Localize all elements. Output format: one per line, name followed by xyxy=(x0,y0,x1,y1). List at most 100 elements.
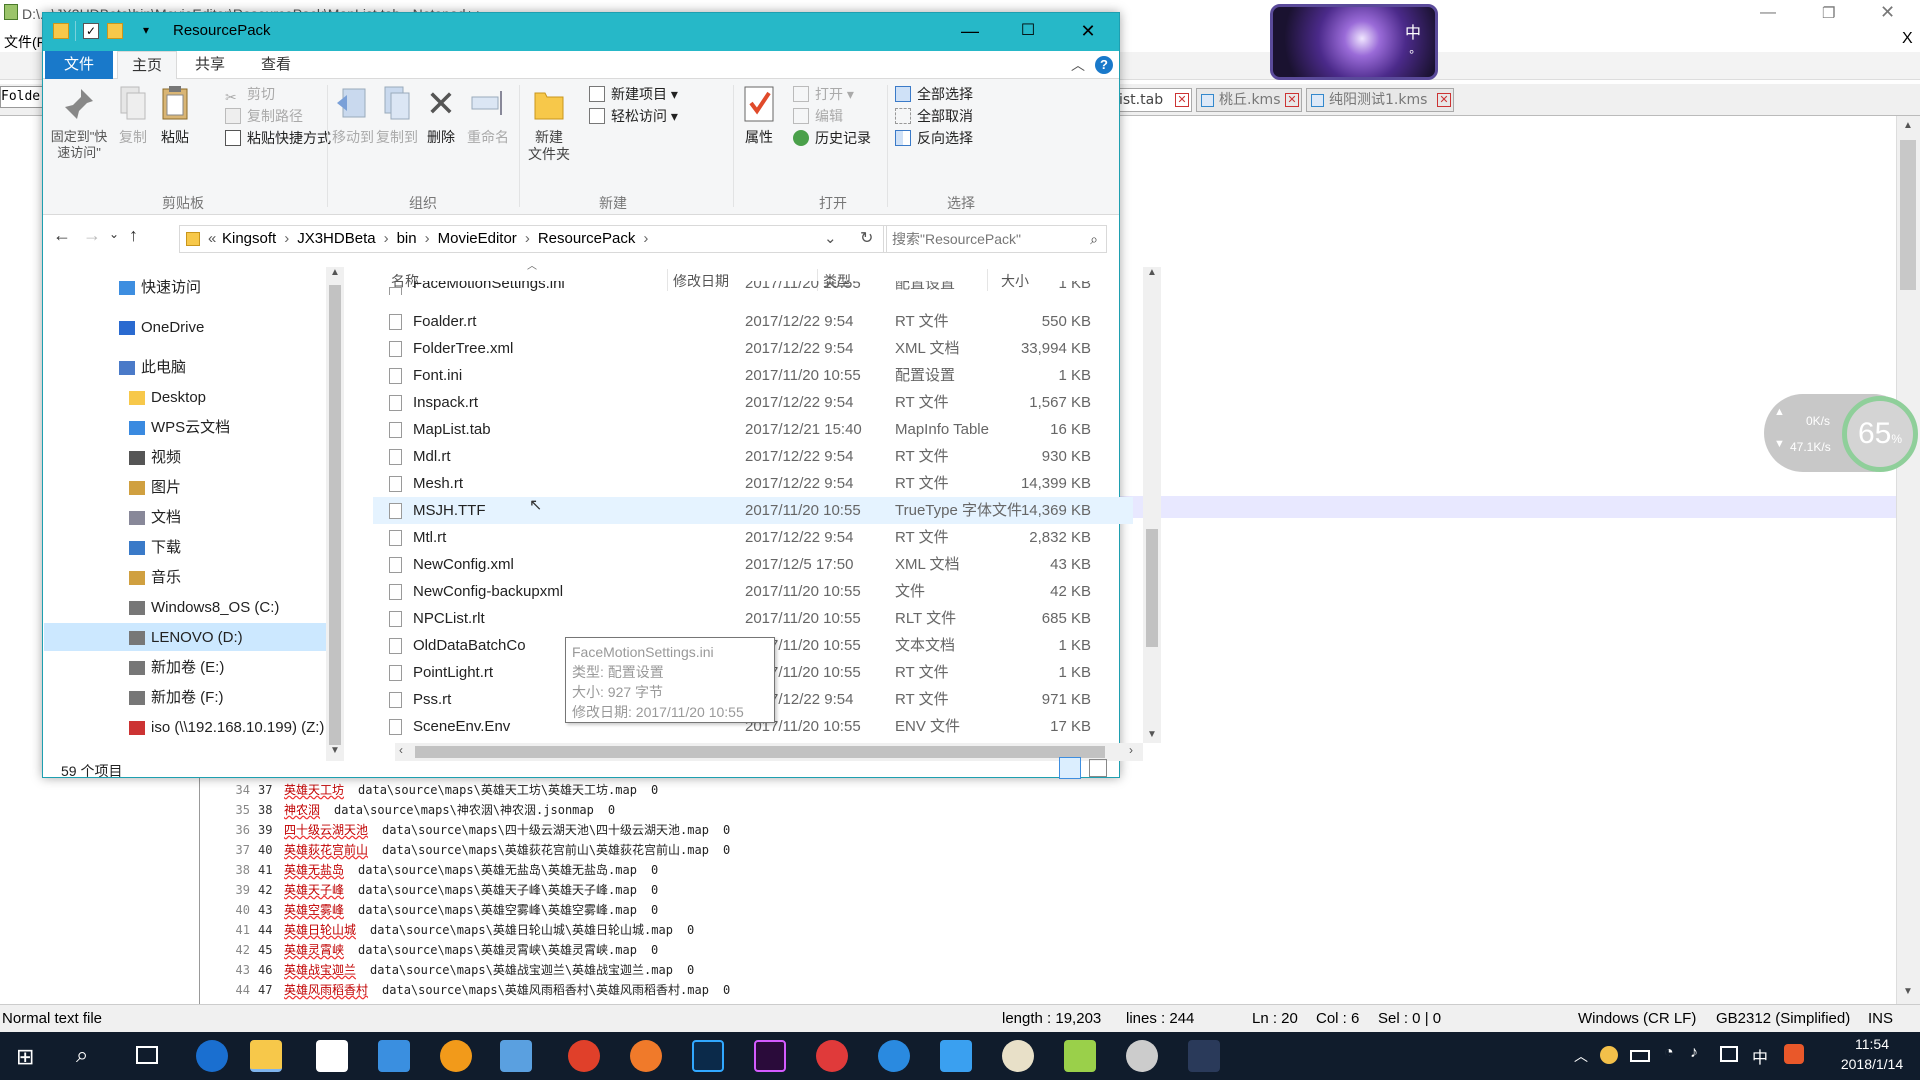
tab-share[interactable]: 共享 xyxy=(181,51,239,79)
select-none-button[interactable]: 全部取消 xyxy=(895,105,973,127)
nav-item[interactable]: 快速访问 xyxy=(119,275,201,301)
notepad-tab[interactable]: 桃丘.kms ✕ xyxy=(1196,88,1302,112)
tab-home[interactable]: 主页 xyxy=(117,51,178,80)
network-app-icon[interactable] xyxy=(378,1040,410,1072)
file-row[interactable]: FaceMotionSettings.ini 2017/11/20 10:55 配置… xyxy=(373,281,1133,295)
netease-music-icon[interactable] xyxy=(816,1040,848,1072)
paste-shortcut-button[interactable]: 粘贴快捷方式 xyxy=(225,127,331,149)
premiere-icon[interactable] xyxy=(754,1040,786,1072)
file-row[interactable]: Mtl.rt 2017/12/22 9:54 RT 文件 2,832 KB xyxy=(373,524,1133,551)
overflow-chevron-icon[interactable]: « xyxy=(208,226,216,252)
close-icon[interactable]: ✕ xyxy=(1285,93,1299,107)
rename-button[interactable]: 重命名 xyxy=(463,85,513,146)
notepad-minimize-button[interactable]: — xyxy=(1760,4,1776,22)
ime-widget[interactable]: 中 ° xyxy=(1270,4,1438,80)
scroll-right-icon[interactable]: › xyxy=(1129,743,1133,757)
address-dropdown-icon[interactable]: ⌄ xyxy=(824,226,837,252)
file-row[interactable]: Mdl.rt 2017/12/22 9:54 RT 文件 930 KB xyxy=(373,443,1133,470)
h-scroll-thumb[interactable] xyxy=(415,746,1105,758)
code-line[interactable]: 44 47 英雄风雨稻香村 data\source\maps\英雄风雨稻香村\英雄风雨… xyxy=(210,980,731,1000)
nav-item[interactable]: Windows8_OS (C:) xyxy=(129,595,279,621)
file-row[interactable]: Foalder.rt 2017/12/22 9:54 RT 文件 550 KB xyxy=(373,308,1133,335)
monitor-app-icon[interactable] xyxy=(500,1040,532,1072)
details-view-icon[interactable] xyxy=(1059,757,1081,779)
notepad-tab[interactable]: 纯阳测试1.kms ✕ xyxy=(1306,88,1454,112)
store-icon[interactable] xyxy=(316,1040,348,1072)
copy-to-button[interactable]: 复制到 xyxy=(375,85,419,146)
scroll-down-icon[interactable]: ▼ xyxy=(330,745,340,756)
chevron-right-icon[interactable]: › xyxy=(643,230,648,247)
delete-button[interactable]: ✕ 删除 xyxy=(421,85,461,146)
dev-app-icon[interactable] xyxy=(1188,1040,1220,1072)
app-g-icon[interactable] xyxy=(440,1040,472,1072)
file-row[interactable]: Font.ini 2017/11/20 10:55 配置设置 1 KB xyxy=(373,362,1133,389)
nav-item[interactable]: 文档 xyxy=(129,505,181,531)
code-line[interactable]: 37 40 英雄荻花宫前山 data\source\maps\英雄荻花宫前山\英雄荻花… xyxy=(210,840,731,860)
editor-scroll-thumb[interactable] xyxy=(1900,140,1916,290)
scroll-up-icon[interactable]: ▲ xyxy=(1147,267,1157,278)
file-row[interactable]: FolderTree.xml 2017/12/22 9:54 XML 文档 33,99… xyxy=(373,335,1133,362)
file-row[interactable]: MSJH.TTF 2017/11/20 10:55 TrueType 字体文件 14,… xyxy=(373,497,1133,524)
back-arrow-icon[interactable]: ← xyxy=(53,225,71,246)
code-line[interactable]: 42 45 英雄灵霄峡 data\source\maps\英雄灵霄峡\英雄灵霄峡.ma… xyxy=(210,940,659,960)
easy-access-button[interactable]: 轻松访问 ▾ xyxy=(589,105,678,127)
file-row[interactable]: NewConfig.xml 2017/12/5 17:50 XML 文档 43 KB xyxy=(373,551,1133,578)
search-input[interactable]: 搜索"ResourcePack" ⌕ xyxy=(883,225,1107,253)
windows-start-icon[interactable]: ⊞ xyxy=(16,1044,34,1070)
properties-check-icon[interactable]: ✓ xyxy=(83,23,99,39)
file-list-vscrollbar[interactable]: ▲ ▼ xyxy=(1143,267,1161,743)
scroll-down-icon[interactable]: ▼ xyxy=(1147,729,1157,740)
recent-locations-icon[interactable]: ⌄ xyxy=(109,227,119,241)
notepad-close-button[interactable]: ✕ xyxy=(1880,2,1895,23)
nav-item[interactable]: 图片 xyxy=(129,475,181,501)
breadcrumb-jx3hdbeta[interactable]: JX3HDBeta xyxy=(297,230,375,247)
battery-icon[interactable] xyxy=(1630,1050,1650,1062)
ie-browser-icon[interactable] xyxy=(196,1040,228,1072)
address-bar[interactable]: « Kingsoft › JX3HDBeta › bin › MovieEditor › Res… xyxy=(179,225,887,253)
nav-item[interactable]: 此电脑 xyxy=(119,355,186,381)
file-row[interactable]: NPCList.rlt 2017/11/20 10:55 RLT 文件 685 KB xyxy=(373,605,1133,632)
nav-item[interactable]: iso (\\192.168.10.199) (Z:) xyxy=(129,715,324,741)
tab-view[interactable]: 查看 xyxy=(247,51,305,79)
nav-item[interactable]: Desktop xyxy=(129,385,206,411)
chrome-icon[interactable] xyxy=(568,1040,600,1072)
folder-panel-tab[interactable]: Folde xyxy=(0,86,44,108)
file-row[interactable]: MapList.tab 2017/12/21 15:40 MapInfo Table… xyxy=(373,416,1133,443)
file-row[interactable]: Mesh.rt 2017/12/22 9:54 RT 文件 14,399 KB xyxy=(373,470,1133,497)
scroll-up-icon[interactable]: ▲ xyxy=(330,267,340,278)
kugou-icon[interactable] xyxy=(878,1040,910,1072)
action-center-icon[interactable] xyxy=(1720,1046,1738,1062)
breadcrumb-kingsoft[interactable]: Kingsoft xyxy=(222,230,276,247)
nav-item[interactable]: 新加卷 (E:) xyxy=(129,655,224,681)
refresh-icon[interactable]: ↻ xyxy=(860,226,873,252)
tab-file[interactable]: 文件 xyxy=(45,51,113,79)
customize-toolbar-icon[interactable]: ▾ xyxy=(143,23,149,37)
chevron-up-icon[interactable]: ︿ xyxy=(1574,1046,1588,1066)
code-line[interactable]: 36 39 四十级云湖天池 data\source\maps\四十级云湖天池\四十级云… xyxy=(210,820,731,840)
notepad-restore-button[interactable]: ❐ xyxy=(1822,4,1835,22)
new-folder-icon[interactable] xyxy=(107,23,123,39)
new-item-button[interactable]: 新建项目 ▾ xyxy=(589,83,678,105)
help-icon[interactable]: ? xyxy=(1095,56,1113,74)
search-icon[interactable]: ⌕ xyxy=(76,1042,88,1068)
file-list-hscrollbar[interactable]: ‹ › xyxy=(395,743,1143,761)
nav-item[interactable]: 视频 xyxy=(129,445,181,471)
paste-button[interactable]: 粘贴 xyxy=(155,85,195,146)
nav-item[interactable]: 下载 xyxy=(129,535,181,561)
file-row[interactable]: Inspack.rt 2017/12/22 9:54 RT 文件 1,567 KB xyxy=(373,389,1133,416)
maximize-button[interactable]: ☐ xyxy=(999,13,1057,51)
nav-item[interactable]: 音乐 xyxy=(129,565,181,591)
move-to-button[interactable]: 移动到 xyxy=(331,85,375,146)
nav-item[interactable]: 新加卷 (F:) xyxy=(129,685,224,711)
select-all-button[interactable]: 全部选择 xyxy=(895,83,973,105)
cut-button[interactable]: ✂ 剪切 xyxy=(225,83,275,105)
film-app-icon[interactable] xyxy=(1126,1040,1158,1072)
game-app-icon[interactable] xyxy=(1002,1040,1034,1072)
code-line[interactable]: 41 44 英雄日轮山城 data\source\maps\英雄日轮山城\英雄日轮山城… xyxy=(210,920,695,940)
clock[interactable]: 11:54 2018/1/14 xyxy=(1824,1034,1920,1074)
file-row[interactable]: NewConfig-backupxml 2017/11/20 10:55 文件 42 … xyxy=(373,578,1133,605)
file-explorer-icon[interactable] xyxy=(250,1040,282,1072)
breadcrumb-movieeditor[interactable]: MovieEditor xyxy=(438,230,517,247)
edit-button[interactable]: 编辑 xyxy=(793,105,843,127)
large-icons-view-icon[interactable] xyxy=(1089,759,1107,777)
